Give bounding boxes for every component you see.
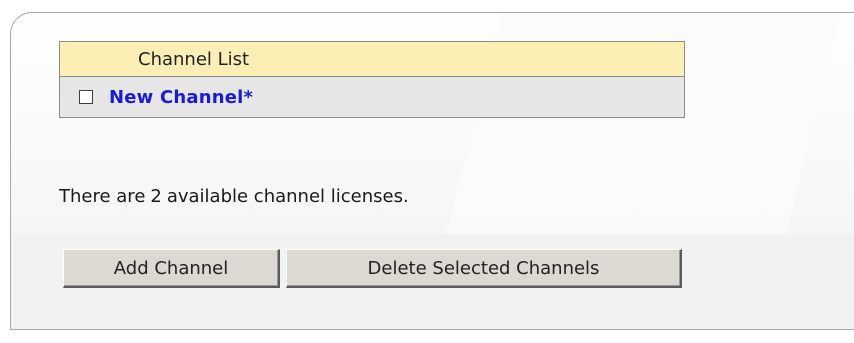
channel-list-header: Channel List [60,42,684,77]
channel-link[interactable]: New Channel* [109,87,253,108]
license-suffix: available channel licenses. [166,186,409,207]
channel-row: New Channel* [60,77,684,117]
delete-selected-channels-button[interactable]: Delete Selected Channels [286,249,682,288]
stage: Channel List New Channel* There are 2 avai… [0,0,854,343]
license-prefix: There are [59,186,146,207]
channel-list-title: Channel List [138,48,250,70]
channel-list-table: Channel List New Channel* [59,41,685,118]
license-info: There are 2 available channel licenses. [59,186,409,207]
action-buttons: Add Channel Delete Selected Channels [63,249,682,288]
add-channel-button[interactable]: Add Channel [63,249,280,288]
channel-select-checkbox[interactable] [79,90,93,104]
license-count: 2 [150,186,162,207]
